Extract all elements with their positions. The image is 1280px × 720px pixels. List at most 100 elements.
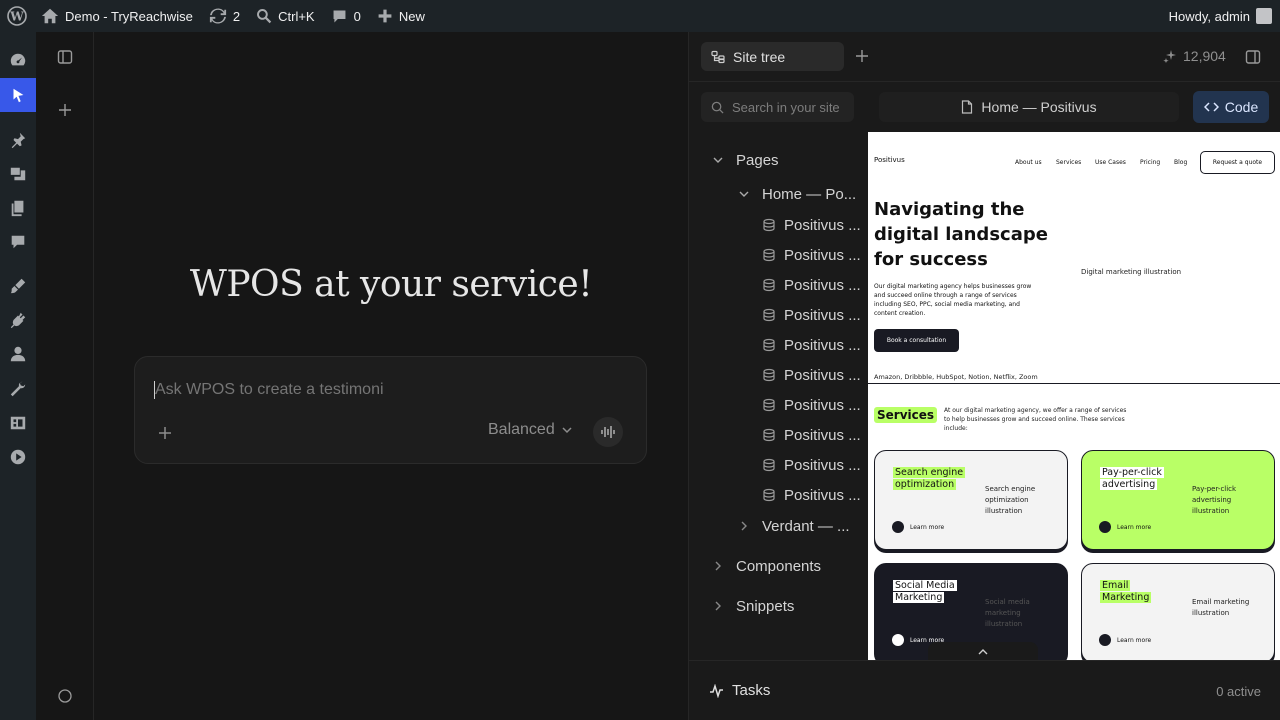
updates-link[interactable]: 2 (201, 0, 248, 32)
collapse-preview-button[interactable] (928, 642, 1038, 660)
card-image: Social media marketing illustration (985, 598, 1030, 628)
tree-node-section[interactable]: Positivus ... (762, 365, 864, 385)
voice-button[interactable] (593, 417, 623, 447)
card-title: Social Media Marketing (893, 580, 957, 603)
card-image: Email marketing illustration (1192, 598, 1250, 617)
service-card-seo[interactable]: Search engine optimization Search engine … (874, 450, 1068, 550)
new-content-link[interactable]: New (369, 0, 433, 32)
tree-node-section[interactable]: Positivus ... (762, 455, 864, 475)
services-text: At our digital marketing agency, we offe… (944, 407, 1127, 432)
tab-site-tree[interactable]: Site tree (701, 42, 844, 71)
token-counter: 12,904 (1163, 48, 1226, 64)
tree-node-section[interactable]: Positivus ... (762, 275, 864, 295)
panel-layout-button[interactable] (1245, 49, 1261, 70)
book-consultation-button[interactable]: Book a consultation (874, 329, 959, 352)
new-chat-button[interactable] (58, 103, 72, 122)
tree-node-label: Positivus ... (784, 396, 861, 414)
prompt-input[interactable] (155, 381, 615, 399)
tree-node-label: Positivus ... (784, 336, 861, 354)
new-label: New (398, 8, 425, 24)
tree-node-section[interactable]: Positivus ... (762, 215, 864, 235)
play-menu-item[interactable] (0, 440, 36, 474)
tree-node-section[interactable]: Positivus ... (762, 335, 864, 355)
admin-bar: W Demo - TryReachwise 2 Ctrl+K 0 New How… (0, 0, 1280, 32)
add-tab-button[interactable] (855, 49, 869, 68)
site-nav-blog[interactable]: Blog (1174, 159, 1187, 166)
settings-menu-item[interactable] (0, 406, 36, 440)
code-button[interactable]: Code (1193, 91, 1269, 123)
preview-page-selector[interactable]: Home — Positivus (879, 92, 1179, 122)
database-icon (763, 398, 775, 412)
logos-image: Amazon, Dribbble, HubSpot, Notion, Netfl… (874, 373, 1038, 381)
service-card-email[interactable]: Email Marketing Email marketing illustrat… (1081, 563, 1275, 660)
toggle-sidebar-button[interactable] (57, 49, 73, 70)
service-card-ppc[interactable]: Pay-per-click advertising Pay-per-click a… (1081, 450, 1275, 550)
sidebar-icon (57, 50, 73, 64)
tree-node-section[interactable]: Positivus ... (762, 245, 864, 265)
command-search[interactable]: Ctrl+K (248, 0, 322, 32)
mode-select[interactable]: Balanced (488, 421, 573, 439)
learn-more-link[interactable]: Learn more (1099, 634, 1151, 646)
admin-menu (0, 32, 36, 720)
site-logo[interactable]: Positivus (874, 156, 905, 164)
users-menu-item[interactable] (0, 337, 36, 371)
tree-icon (711, 50, 725, 63)
activity-icon (710, 683, 723, 698)
tasks-bar[interactable]: Tasks 0 active (689, 660, 1280, 720)
site-search[interactable]: Search in your site (701, 92, 854, 122)
plus-icon (856, 50, 868, 62)
account-menu[interactable]: Howdy, admin (1161, 0, 1280, 32)
site-nav-services[interactable]: Services (1056, 159, 1081, 166)
services-heading: Services (874, 407, 938, 423)
tree-node-label: Positivus ... (784, 276, 861, 294)
status-button[interactable] (58, 689, 72, 708)
tasks-label: Tasks (732, 682, 771, 699)
tree-node-section[interactable]: Positivus ... (762, 425, 864, 445)
site-nav-pricing[interactable]: Pricing (1140, 159, 1160, 166)
request-quote-button[interactable]: Request a quote (1200, 151, 1275, 174)
site-name-link[interactable]: Demo - TryReachwise (33, 0, 201, 32)
learn-more-link[interactable]: Learn more (1099, 521, 1151, 533)
tree-node-label: Snippets (736, 597, 795, 615)
tree-node-label: Positivus ... (784, 306, 861, 324)
tree-node-label: Positivus ... (784, 486, 861, 504)
wordpress-logo-icon[interactable]: W (0, 0, 33, 32)
tree-node-section[interactable]: Positivus ... (762, 395, 864, 415)
wpos-menu-item[interactable] (0, 78, 36, 112)
pages-icon (11, 200, 24, 217)
hero-title: Navigating the digital landscape for suc… (874, 199, 1048, 270)
tree-node-section[interactable]: Positivus ... (762, 305, 864, 325)
comments-link[interactable]: 0 (323, 0, 369, 32)
site-preview: Positivus About us Services Use Cases Pr… (868, 132, 1280, 660)
tree-node-label: Positivus ... (784, 426, 861, 444)
tree-node-snippets[interactable]: Snippets (712, 596, 862, 616)
tree-node-label: Home — Po... (762, 185, 857, 203)
plus-icon (59, 104, 71, 116)
hero-image: Digital marketing illustration (1081, 268, 1182, 276)
comments-menu-item[interactable] (0, 225, 36, 259)
dashboard-menu-item[interactable] (0, 43, 36, 77)
tree-node-home[interactable]: Home — Po... (738, 184, 864, 204)
tools-menu-item[interactable] (0, 372, 36, 406)
plugins-menu-item[interactable] (0, 303, 36, 337)
site-nav-about[interactable]: About us (1015, 159, 1042, 166)
comments-count: 0 (353, 8, 361, 24)
media-menu-item[interactable] (0, 157, 36, 191)
learn-more-link[interactable]: Learn more (892, 521, 944, 533)
wpos-rail (36, 32, 94, 720)
play-icon (10, 449, 26, 465)
tree-node-section[interactable]: Positivus ... (762, 485, 864, 505)
chevron-down-icon (739, 191, 749, 197)
site-nav-use-cases[interactable]: Use Cases (1095, 159, 1126, 166)
tree-node-pages[interactable]: Pages (712, 150, 862, 170)
appearance-menu-item[interactable] (0, 269, 36, 303)
attach-button[interactable] (158, 426, 172, 445)
card-title: Pay-per-click advertising (1100, 467, 1164, 490)
posts-menu-item[interactable] (0, 123, 36, 157)
tree-node-components[interactable]: Components (712, 556, 862, 576)
pages-menu-item[interactable] (0, 191, 36, 225)
tree-node-verdant[interactable]: Verdant — ... (738, 516, 864, 536)
arrow-icon (1099, 521, 1111, 533)
divider (868, 383, 1280, 384)
tree-node-label: Pages (736, 151, 779, 169)
